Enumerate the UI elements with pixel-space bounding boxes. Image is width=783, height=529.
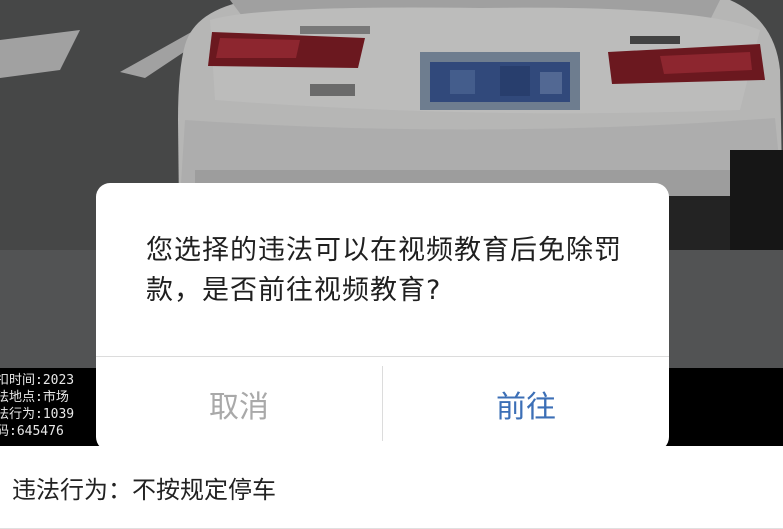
stamp-line: 法行为:1039 (0, 407, 75, 422)
app-screen: 扣时间:2023 法地点:市场 法行为:1039 码:645476 违法行为：不… (0, 0, 783, 529)
stamp-line: 码:645476 (0, 424, 64, 439)
go-to-video-education-button[interactable]: 前往 (383, 357, 669, 451)
violation-info-row: 违法行为：不按规定停车 (0, 446, 783, 529)
dialog-message: 您选择的违法可以在视频教育后免除罚款，是否前往视频教育? (146, 235, 622, 306)
cancel-button[interactable]: 取消 (96, 357, 382, 451)
stamp-line: 扣时间:2023 (0, 373, 75, 388)
stamp-line: 法地点:市场 (0, 390, 69, 405)
video-education-dialog: 您选择的违法可以在视频教育后免除罚款，是否前往视频教育? 取消 前往 (96, 183, 669, 451)
violation-behavior-text: 违法行为：不按规定停车 (12, 476, 276, 504)
